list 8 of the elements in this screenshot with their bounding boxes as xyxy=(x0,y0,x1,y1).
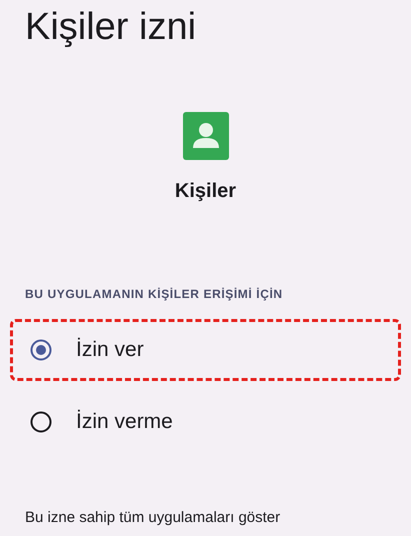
option-label: İzin verme xyxy=(76,410,173,434)
radio-option[interactable]: İzin verme xyxy=(10,389,401,455)
show-apps-link[interactable]: Bu izne sahip tüm uygulamaları göster xyxy=(25,509,280,526)
option-label: İzin ver xyxy=(76,338,144,362)
section-heading: BU UYGULAMANIN KİŞİLER ERİŞİMİ İÇİN xyxy=(25,287,283,301)
page-title: Kişiler izni xyxy=(25,5,196,50)
app-name: Kişiler xyxy=(174,180,236,203)
radio-option[interactable]: İzin ver xyxy=(10,317,401,383)
